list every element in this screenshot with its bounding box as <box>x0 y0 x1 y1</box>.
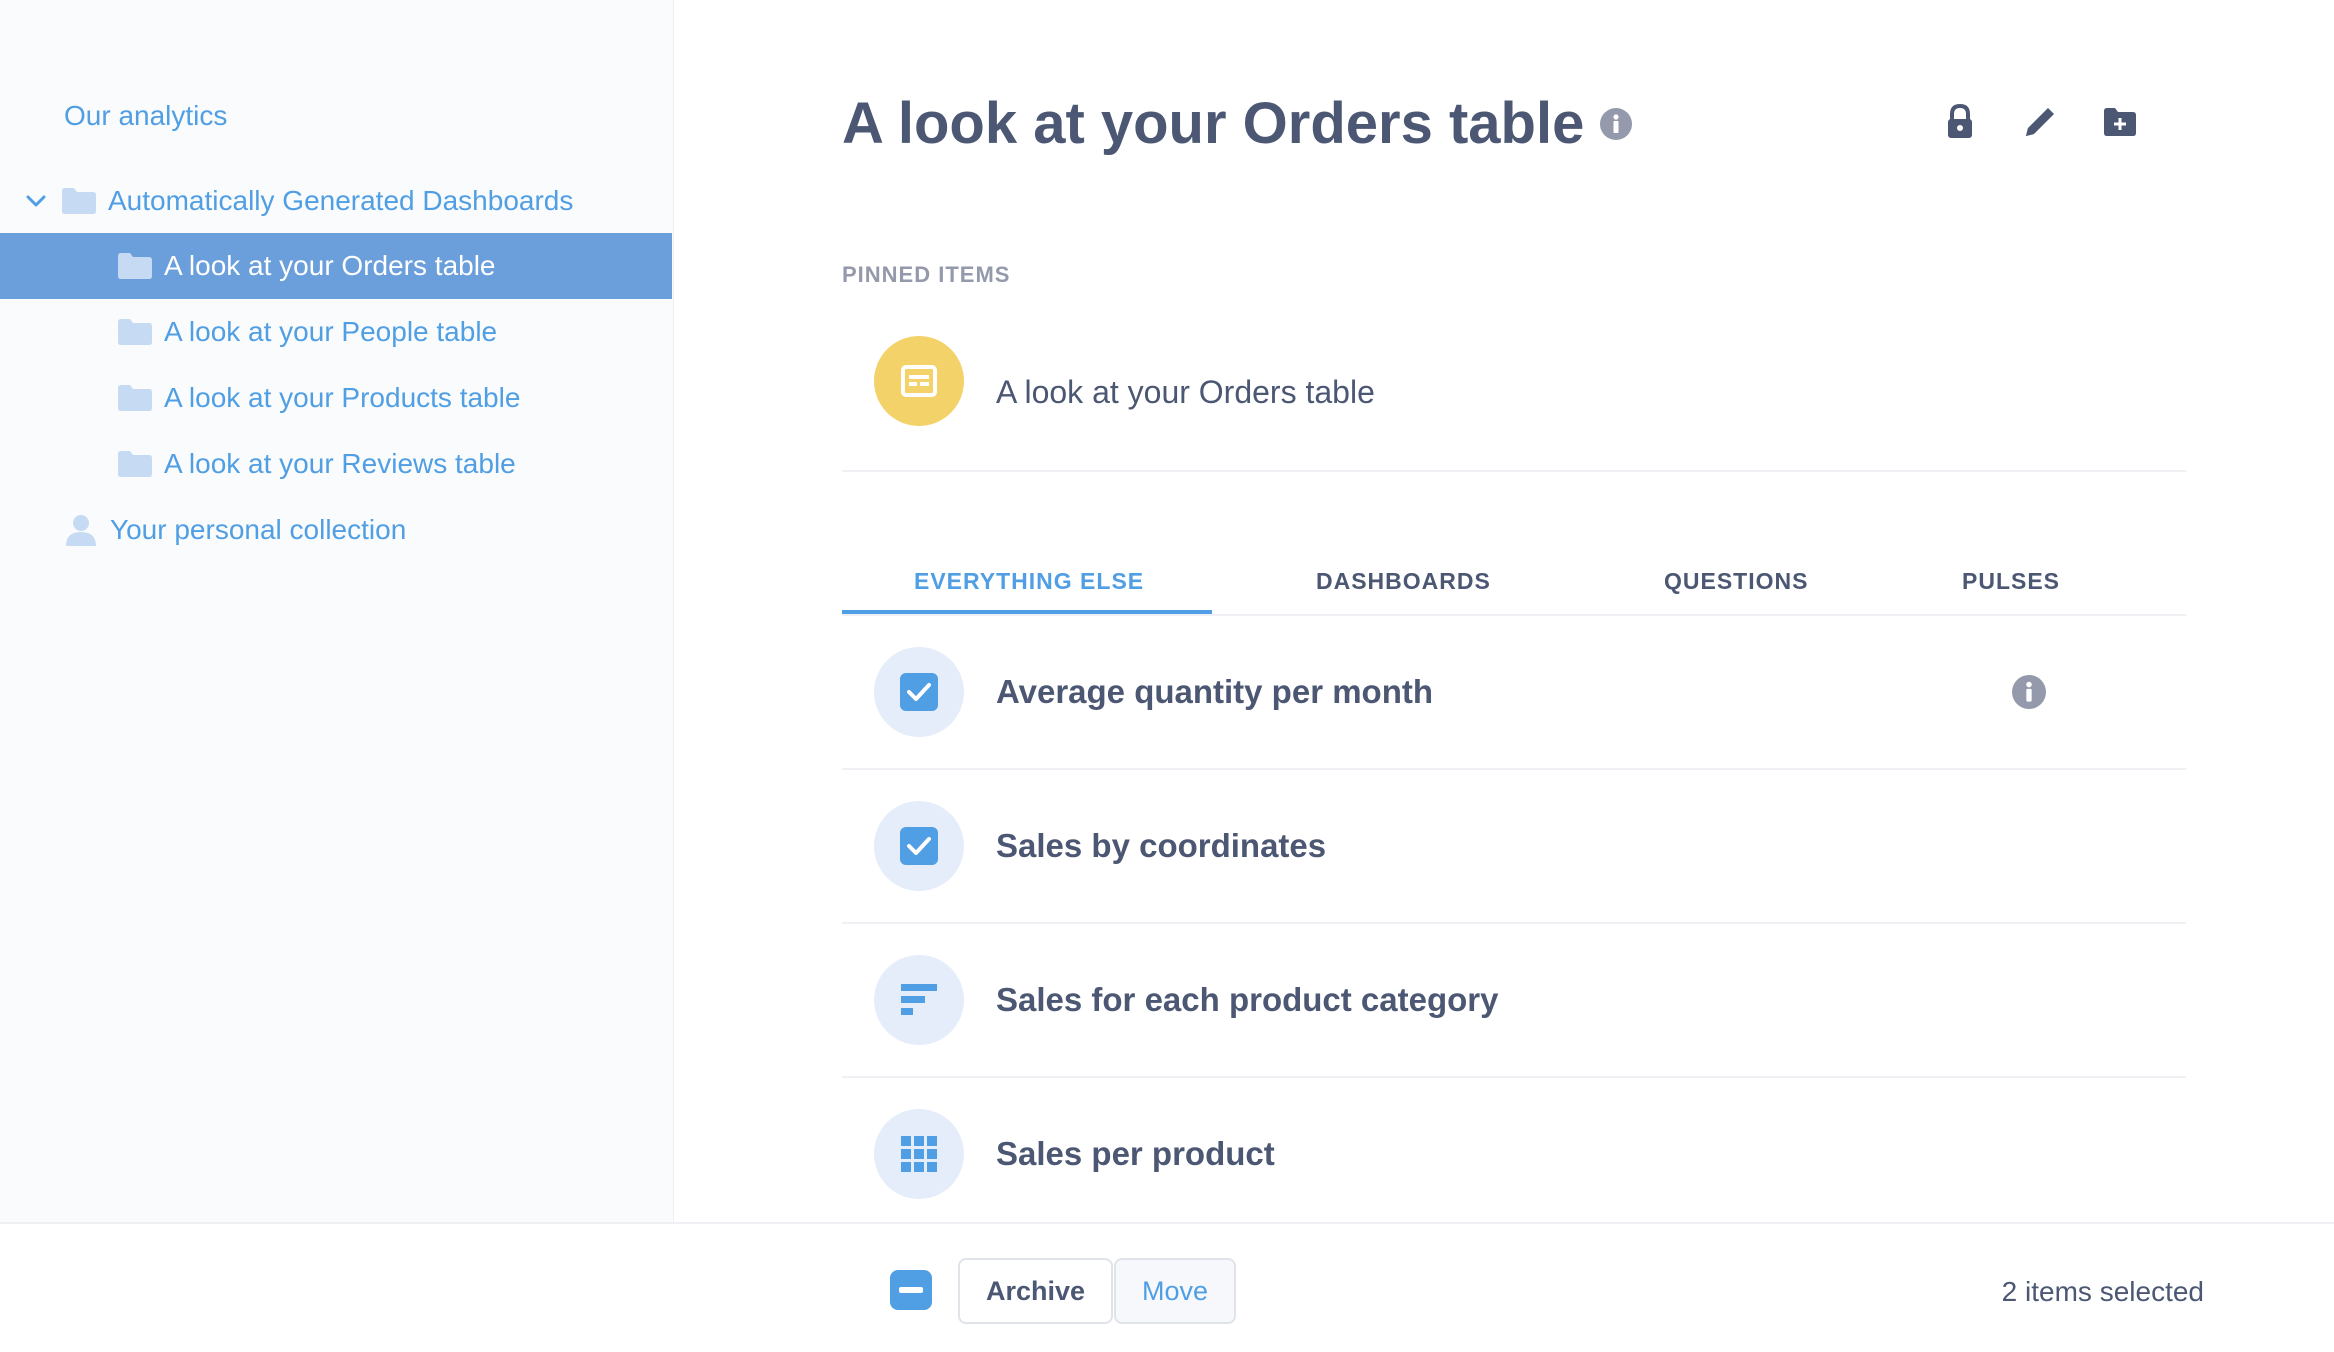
item-name[interactable]: Sales by coordinates <box>996 827 1326 865</box>
sidebar-root-link[interactable]: Our analytics <box>64 100 227 132</box>
folder-icon <box>62 188 96 214</box>
item-name[interactable]: Average quantity per month <box>996 673 1433 711</box>
info-icon[interactable] <box>2012 675 2046 709</box>
item-type-tabs: EVERYTHING ELSE DASHBOARDS QUESTIONS PUL… <box>842 560 2186 616</box>
list-item[interactable]: Sales for each product category <box>842 924 2186 1078</box>
collection-main: A look at your Orders table PINNED ITEMS… <box>674 0 2334 1232</box>
tab-dashboards[interactable]: DASHBOARDS <box>1316 568 1491 595</box>
chevron-down-icon[interactable] <box>24 189 48 213</box>
selected-count: 2 items selected <box>2001 1276 2204 1307</box>
item-name[interactable]: Sales for each product category <box>996 981 1499 1019</box>
list-item[interactable]: Sales per product <box>842 1078 2186 1232</box>
sidebar-item-label: A look at your Products table <box>164 382 521 413</box>
sidebar-item-label: A look at your Reviews table <box>164 448 516 479</box>
archive-button[interactable]: Archive <box>958 1258 1114 1324</box>
item-name[interactable]: Sales per product <box>996 1135 1275 1173</box>
dashboard-icon <box>874 336 964 426</box>
list-item[interactable]: Sales by coordinates <box>842 770 2186 924</box>
folder-icon <box>118 385 152 411</box>
sidebar-item-label: Automatically Generated Dashboards <box>108 185 574 216</box>
bulk-actions-bar: Archive Move 2 items selected <box>0 1222 2334 1352</box>
sidebar-item-label: A look at your Orders table <box>164 250 496 281</box>
folder-icon <box>118 253 152 279</box>
info-icon[interactable] <box>1600 107 1633 140</box>
tab-pulses[interactable]: PULSES <box>1962 568 2060 595</box>
bar-chart-icon <box>874 955 964 1045</box>
checked-checkbox-icon[interactable] <box>874 801 964 891</box>
folder-icon <box>118 451 152 477</box>
sidebar-item-personal-collection[interactable]: Your personal collection <box>0 497 672 563</box>
deselect-all-checkbox[interactable] <box>890 1270 932 1310</box>
list-item[interactable]: Average quantity per month <box>842 616 2186 770</box>
sidebar-item-auto-dashboards[interactable]: Automatically Generated Dashboards <box>0 168 672 234</box>
sidebar-item-label: Your personal collection <box>110 514 407 545</box>
page-header: A look at your Orders table <box>842 90 1633 157</box>
folder-icon <box>118 319 152 345</box>
sidebar-item-people[interactable]: A look at your People table <box>0 299 672 365</box>
collections-sidebar: Our analytics Automatically Generated Da… <box>0 0 674 1222</box>
sidebar-item-products[interactable]: A look at your Products table <box>0 365 672 431</box>
new-folder-icon[interactable] <box>2100 102 2140 142</box>
sidebar-item-label: A look at your People table <box>164 316 498 347</box>
pinned-item-name: A look at your Orders table <box>996 374 1375 410</box>
tab-everything-else[interactable]: EVERYTHING ELSE <box>914 568 1144 595</box>
lock-icon[interactable] <box>1940 102 1980 142</box>
sidebar-item-orders[interactable]: A look at your Orders table <box>0 233 672 299</box>
pinned-items-heading: PINNED ITEMS <box>842 262 1011 287</box>
move-button[interactable]: Move <box>1114 1258 1237 1324</box>
app-window: Our analytics Automatically Generated Da… <box>0 0 2334 1352</box>
tab-questions[interactable]: QUESTIONS <box>1664 568 1808 595</box>
sidebar-item-reviews[interactable]: A look at your Reviews table <box>0 431 672 497</box>
pinned-item[interactable]: A look at your Orders table <box>842 336 2186 472</box>
page-title: A look at your Orders table <box>842 91 1585 156</box>
header-actions <box>1900 102 2140 142</box>
table-grid-icon <box>874 1109 964 1199</box>
active-tab-indicator <box>842 610 1212 614</box>
checked-checkbox-icon[interactable] <box>874 647 964 737</box>
pencil-icon[interactable] <box>2020 102 2060 142</box>
minus-icon <box>899 1287 923 1293</box>
user-icon <box>66 515 96 546</box>
